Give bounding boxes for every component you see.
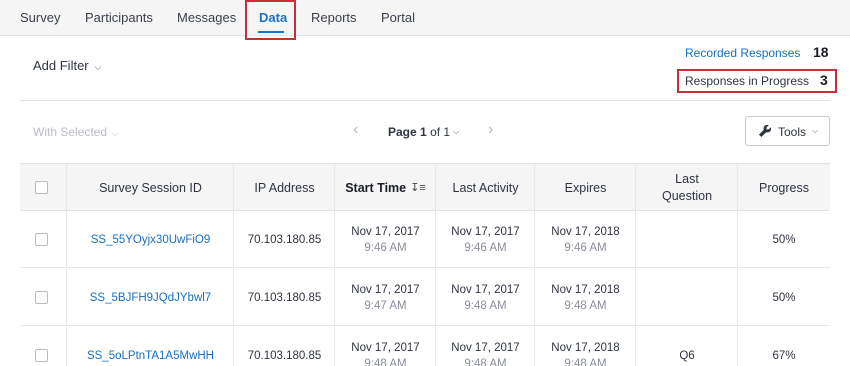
ip-address: 70.103.180.85: [247, 291, 322, 304]
tab-reports[interactable]: Reports: [311, 0, 357, 36]
tab-messages[interactable]: Messages: [177, 0, 236, 36]
progress-value: 50%: [772, 291, 796, 304]
progress-value: 50%: [772, 233, 796, 246]
ip-address: 70.103.180.85: [247, 233, 322, 246]
tab-participants[interactable]: Participants: [85, 0, 153, 36]
previous-page-icon[interactable]: ‹: [353, 121, 358, 139]
row-checkbox[interactable]: [35, 349, 48, 362]
tools-label: Tools: [778, 125, 807, 139]
expires-date: Nov 17, 2018: [551, 283, 620, 296]
add-filter-label: Add Filter: [33, 58, 89, 73]
expires: Nov 17, 2018 9:48 AM: [535, 269, 636, 326]
header-last-activity[interactable]: Last Activity: [436, 164, 535, 212]
responses-in-progress-link[interactable]: Responses in Progress: [685, 74, 809, 88]
start-time: Nov 17, 2017 9:48 AM: [335, 327, 436, 366]
tools-button[interactable]: Tools ⌵: [745, 116, 830, 146]
start-time: Nov 17, 2017 9:47 AM: [335, 269, 436, 326]
page-selector[interactable]: Page 1 of 1: [388, 125, 450, 139]
session-id-link[interactable]: SS_5oLPtnTA1A5MwHH: [67, 327, 234, 366]
sort-descending-icon: ↧≡: [410, 181, 426, 194]
top-nav: Survey Participants Messages Data Report…: [0, 0, 850, 36]
session-id-link[interactable]: SS_5BJFH9JQdJYbwl7: [67, 269, 234, 326]
data-tab-highlight: [245, 0, 296, 40]
header-start-time-label: Start Time: [345, 180, 407, 195]
last-question: Q6: [679, 349, 695, 362]
chevron-down-icon[interactable]: ⌵: [453, 127, 459, 137]
recorded-responses-link[interactable]: Recorded Responses: [685, 46, 800, 60]
activity-date: Nov 17, 2017: [451, 283, 520, 296]
next-page-icon[interactable]: ›: [488, 121, 493, 139]
header-last-question[interactable]: Last Question: [636, 164, 738, 212]
row-checkbox[interactable]: [35, 291, 48, 304]
expires: Nov 17, 2018 9:46 AM: [535, 211, 636, 268]
responses-in-progress-count: 3: [820, 72, 828, 88]
progress-value: 67%: [772, 349, 796, 362]
chevron-down-icon: ⌵: [94, 62, 102, 72]
divider: [20, 100, 830, 101]
recorded-responses-count: 18: [813, 44, 829, 60]
chevron-down-icon: ⌵: [812, 126, 819, 135]
session-id-link[interactable]: SS_55YOyjx30UwFiO9: [67, 211, 234, 268]
start-clock: 9:46 AM: [364, 241, 407, 254]
start-clock: 9:47 AM: [364, 299, 407, 312]
header-progress[interactable]: Progress: [738, 164, 830, 212]
with-selected-dropdown[interactable]: With Selected ⌵: [33, 125, 118, 139]
header-start-time[interactable]: Start Time ↧≡: [335, 164, 436, 212]
expires-date: Nov 17, 2018: [551, 341, 620, 354]
expires: Nov 17, 2018 9:48 AM: [535, 327, 636, 366]
activity-date: Nov 17, 2017: [451, 341, 520, 354]
table-row: SS_55YOyjx30UwFiO9 70.103.180.85 Nov 17,…: [20, 211, 830, 268]
start-clock: 9:48 AM: [364, 357, 407, 366]
tab-survey[interactable]: Survey: [20, 0, 60, 36]
last-question: [636, 211, 738, 268]
expires-clock: 9:48 AM: [564, 299, 607, 312]
start-date: Nov 17, 2017: [351, 225, 420, 238]
add-filter-button[interactable]: Add Filter ⌵: [33, 58, 101, 73]
expires-clock: 9:48 AM: [564, 357, 607, 366]
start-date: Nov 17, 2017: [351, 283, 420, 296]
page-prefix: Page: [388, 125, 417, 139]
last-activity: Nov 17, 2017 9:46 AM: [436, 211, 535, 268]
table-header: Survey Session ID IP Address Start Time ↧…: [20, 163, 830, 211]
last-activity: Nov 17, 2017 9:48 AM: [436, 269, 535, 326]
last-activity: Nov 17, 2017 9:48 AM: [436, 327, 535, 366]
row-checkbox[interactable]: [35, 233, 48, 246]
header-expires[interactable]: Expires: [535, 164, 636, 212]
header-ip-address[interactable]: IP Address: [234, 164, 335, 212]
chevron-down-icon: ⌵: [112, 129, 119, 138]
expires-date: Nov 17, 2018: [551, 225, 620, 238]
table-row: SS_5BJFH9JQdJYbwl7 70.103.180.85 Nov 17,…: [20, 269, 830, 326]
activity-clock: 9:46 AM: [464, 241, 507, 254]
page-suffix: of 1: [430, 125, 451, 139]
page-current: 1: [420, 125, 427, 139]
with-selected-label: With Selected: [33, 125, 108, 139]
header-session-id[interactable]: Survey Session ID: [67, 164, 234, 212]
expires-clock: 9:46 AM: [564, 241, 607, 254]
activity-date: Nov 17, 2017: [451, 225, 520, 238]
last-question: [636, 269, 738, 326]
activity-clock: 9:48 AM: [464, 357, 507, 366]
select-all-checkbox[interactable]: [35, 181, 48, 194]
table-row: SS_5oLPtnTA1A5MwHH 70.103.180.85 Nov 17,…: [20, 327, 830, 366]
wrench-icon: [758, 124, 772, 143]
start-date: Nov 17, 2017: [351, 341, 420, 354]
activity-clock: 9:48 AM: [464, 299, 507, 312]
tab-portal[interactable]: Portal: [381, 0, 415, 36]
ip-address: 70.103.180.85: [247, 349, 322, 362]
start-time: Nov 17, 2017 9:46 AM: [335, 211, 436, 268]
